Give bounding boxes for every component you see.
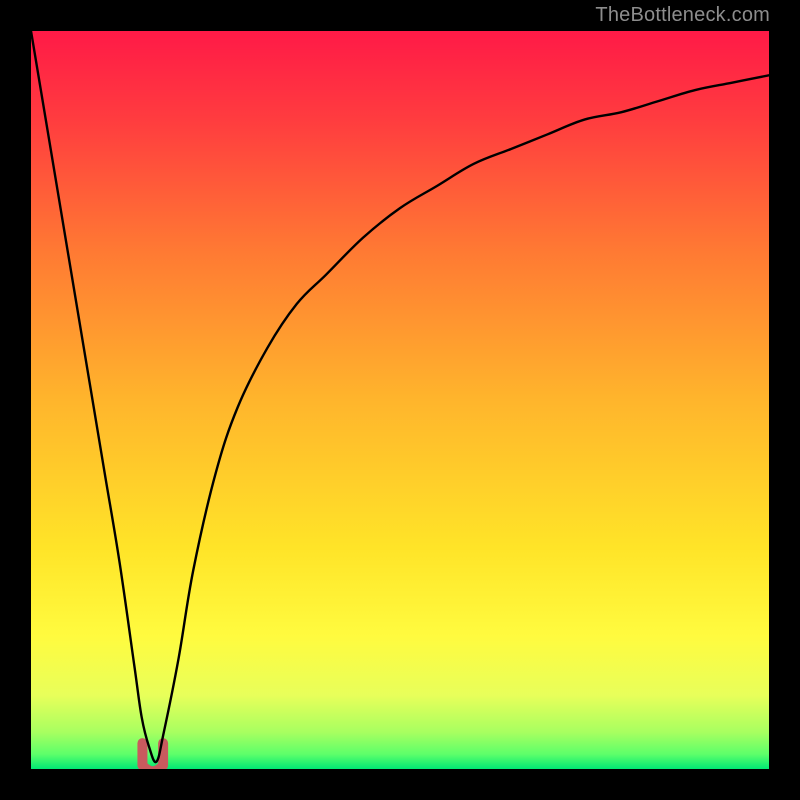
curve-layer <box>31 31 769 769</box>
plot-area <box>31 31 769 769</box>
chart-frame: TheBottleneck.com <box>0 0 800 800</box>
bottleneck-curve <box>31 31 769 762</box>
watermark-text: TheBottleneck.com <box>595 0 770 30</box>
